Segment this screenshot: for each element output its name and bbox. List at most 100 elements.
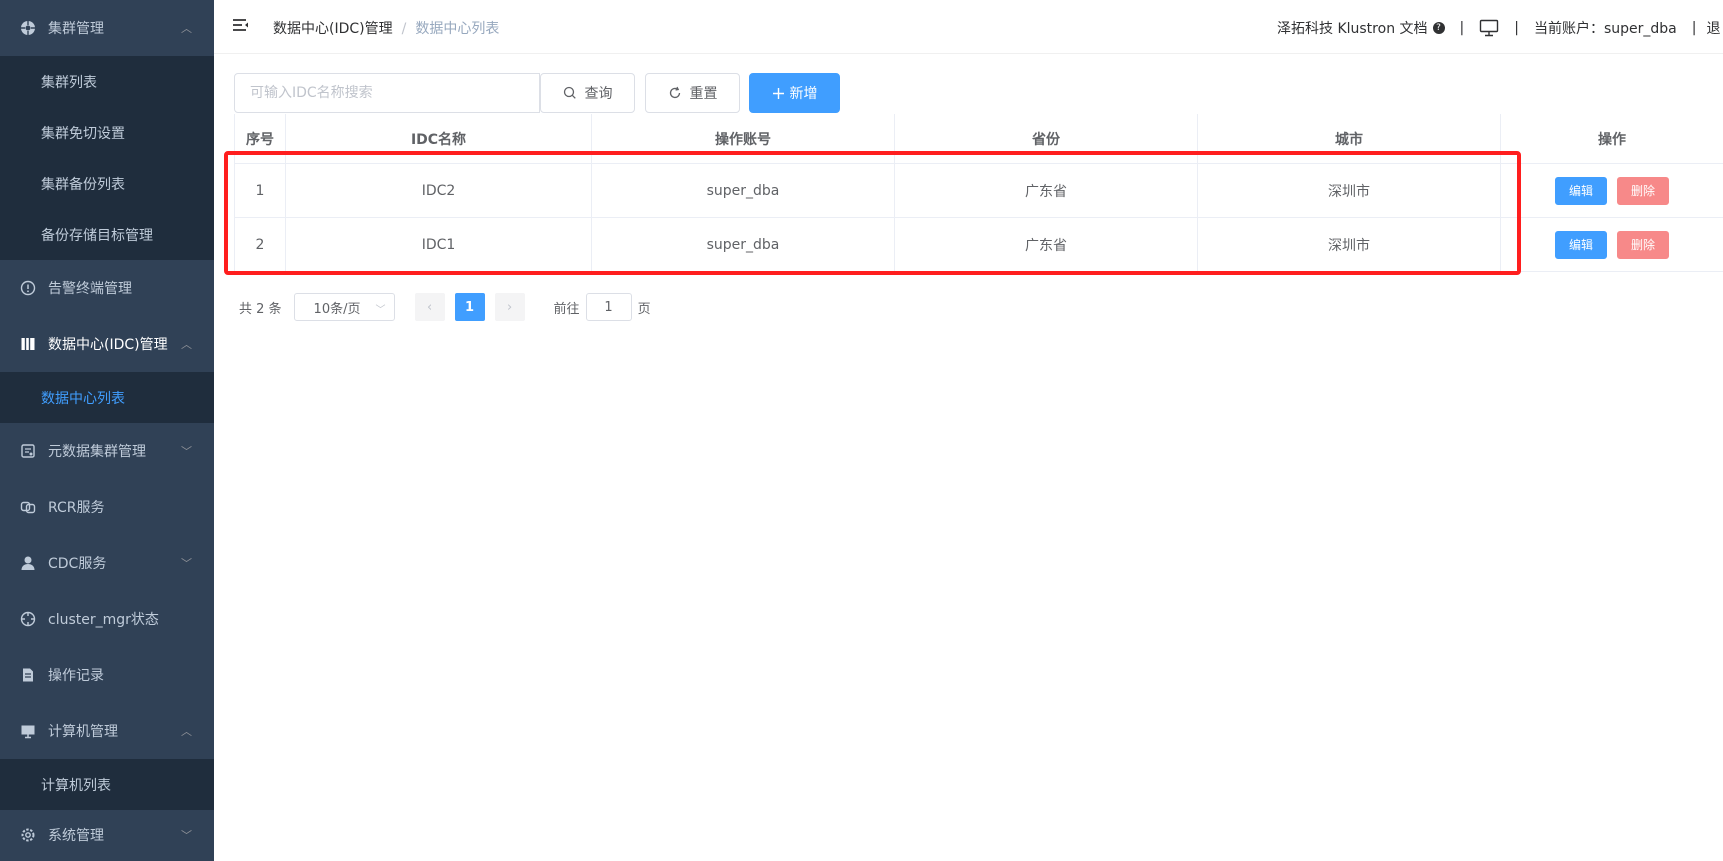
submenu-datacenter: 数据中心列表 bbox=[0, 372, 214, 423]
column-header-province: 省份 bbox=[895, 114, 1198, 163]
column-header-idc-name: IDC名称 bbox=[286, 114, 592, 163]
cell-idc-name: IDC1 bbox=[286, 218, 592, 271]
breadcrumb-current: 数据中心列表 bbox=[415, 21, 500, 37]
sidebar-item-datacenter-management[interactable]: 数据中心(IDC)管理 ︿ bbox=[0, 316, 214, 372]
docs-link[interactable]: 泽拓科技 Klustron 文档 bbox=[1277, 18, 1428, 38]
divider: | bbox=[1691, 20, 1697, 36]
sidebar-item-label: 告警终端管理 bbox=[48, 281, 132, 297]
table-row: 1 IDC2 super_dba 广东省 深圳市 编辑 删除 bbox=[234, 164, 1723, 218]
table-header: 序号 IDC名称 操作账号 省份 城市 操作 bbox=[234, 114, 1723, 164]
idc-table: 序号 IDC名称 操作账号 省份 城市 操作 1 IDC2 super_dba … bbox=[234, 114, 1723, 272]
submenu-cluster: 集群列表 集群免切设置 集群备份列表 备份存储目标管理 bbox=[0, 56, 214, 260]
datacenter-icon bbox=[20, 336, 36, 352]
sidebar-item-label: 计算机管理 bbox=[48, 724, 118, 740]
cell-index: 1 bbox=[234, 164, 286, 217]
query-button[interactable]: 查询 bbox=[540, 73, 635, 113]
reset-button[interactable]: 重置 bbox=[645, 73, 740, 113]
prev-page-button[interactable]: ‹ bbox=[414, 293, 445, 321]
sidebar-item-computer-list[interactable]: 计算机列表 bbox=[0, 759, 214, 810]
add-label: 新增 bbox=[789, 86, 818, 102]
goto-prefix: 前往 bbox=[553, 301, 580, 317]
cell-province: 广东省 bbox=[895, 218, 1198, 271]
chevron-up-icon: ︿ bbox=[181, 725, 192, 738]
page-number-current[interactable]: 1 bbox=[454, 293, 485, 321]
rcr-icon bbox=[20, 499, 36, 515]
breadcrumb-item[interactable]: 数据中心(IDC)管理 bbox=[273, 21, 393, 37]
sidebar-item-cluster-failover[interactable]: 集群免切设置 bbox=[0, 107, 214, 158]
column-header-city: 城市 bbox=[1198, 114, 1501, 163]
chevron-down-icon: ﹀ bbox=[375, 305, 386, 316]
sidebar-item-label: CDC服务 bbox=[48, 556, 107, 572]
table-row: 2 IDC1 super_dba 广东省 深圳市 编辑 删除 bbox=[234, 218, 1723, 272]
cell-idc-name: IDC2 bbox=[286, 164, 592, 217]
sidebar-item-computer-management[interactable]: 计算机管理 ︿ bbox=[0, 703, 214, 759]
sidebar-item-label: 元数据集群管理 bbox=[48, 444, 146, 460]
delete-button[interactable]: 删除 bbox=[1617, 230, 1670, 259]
gear-icon bbox=[20, 827, 36, 843]
menu-toggle-icon[interactable] bbox=[231, 16, 251, 36]
chevron-down-icon: ﹀ bbox=[181, 557, 192, 570]
sidebar-item-system-management[interactable]: 系统管理 ﹀ bbox=[0, 810, 214, 860]
cell-actions: 编辑 删除 bbox=[1501, 164, 1723, 217]
sidebar-item-label: 集群管理 bbox=[48, 21, 104, 37]
sidebar-item-cluster-management[interactable]: 集群管理 ︿ bbox=[0, 0, 214, 56]
sidebar-item-rcr-service[interactable]: RCR服务 bbox=[0, 479, 214, 535]
cell-city: 深圳市 bbox=[1198, 164, 1501, 217]
divider: | bbox=[1514, 20, 1519, 36]
sidebar-item-alert-terminal[interactable]: 告警终端管理 bbox=[0, 260, 214, 316]
column-header-actions: 操作 bbox=[1598, 131, 1626, 148]
pagination: 共 2 条 10条/页 ﹀ ‹ 1 › 前往 页 bbox=[239, 293, 651, 321]
page-size-value: 10条/页 bbox=[313, 301, 361, 317]
goto-page-input[interactable] bbox=[585, 293, 632, 321]
current-account: 当前账户：super_dba bbox=[1533, 21, 1677, 37]
pagination-total: 共 2 条 bbox=[239, 301, 282, 317]
target-icon bbox=[20, 611, 36, 627]
delete-button[interactable]: 删除 bbox=[1617, 176, 1670, 205]
column-header-account: 操作账号 bbox=[592, 114, 895, 163]
breadcrumb-separator: / bbox=[401, 21, 407, 37]
edit-button[interactable]: 编辑 bbox=[1554, 230, 1607, 259]
sidebar-item-label: 数据中心(IDC)管理 bbox=[48, 337, 168, 353]
record-icon bbox=[20, 667, 36, 683]
divider: | bbox=[1459, 20, 1465, 36]
sidebar-item-cdc-service[interactable]: CDC服务 ﹀ bbox=[0, 535, 214, 591]
chevron-down-icon: ﹀ bbox=[181, 829, 192, 842]
submenu-computer: 计算机列表 bbox=[0, 759, 214, 810]
cell-actions: 编辑 删除 bbox=[1501, 218, 1723, 271]
help-icon[interactable]: ? bbox=[1432, 22, 1445, 34]
cell-index: 2 bbox=[234, 218, 286, 271]
monitor-icon bbox=[20, 723, 36, 739]
sidebar-item-operation-log[interactable]: 操作记录 bbox=[0, 647, 214, 703]
cell-province: 广东省 bbox=[895, 164, 1198, 217]
plus-icon bbox=[772, 87, 785, 100]
next-page-button[interactable]: › bbox=[494, 293, 525, 321]
goto-suffix: 页 bbox=[637, 301, 651, 317]
alert-icon bbox=[20, 280, 36, 296]
query-label: 查询 bbox=[584, 86, 613, 102]
idc-search-input[interactable] bbox=[234, 73, 540, 113]
cell-account: super_dba bbox=[592, 218, 895, 271]
chevron-down-icon: ﹀ bbox=[181, 445, 192, 458]
logout-link[interactable]: 退 bbox=[1706, 18, 1720, 38]
user-icon bbox=[20, 555, 36, 571]
edit-button[interactable]: 编辑 bbox=[1554, 176, 1607, 205]
metadata-icon bbox=[20, 443, 36, 459]
page-size-select[interactable]: 10条/页 ﹀ bbox=[293, 293, 395, 321]
sidebar-item-cluster-list[interactable]: 集群列表 bbox=[0, 56, 214, 107]
monitor-icon[interactable] bbox=[1479, 19, 1499, 37]
sidebar-item-label: 操作记录 bbox=[48, 668, 104, 684]
reset-label: 重置 bbox=[689, 86, 718, 102]
cell-account: super_dba bbox=[592, 164, 895, 217]
column-header-index: 序号 bbox=[234, 114, 286, 163]
sidebar-item-metadata-cluster[interactable]: 元数据集群管理 ﹀ bbox=[0, 423, 214, 479]
breadcrumb: 数据中心(IDC)管理 / 数据中心列表 bbox=[273, 18, 499, 38]
sidebar-item-datacenter-list[interactable]: 数据中心列表 bbox=[0, 372, 214, 423]
refresh-icon bbox=[668, 86, 682, 100]
sidebar-item-cluster-backup[interactable]: 集群备份列表 bbox=[0, 158, 214, 209]
add-button[interactable]: 新增 bbox=[749, 73, 840, 113]
sidebar-item-cluster-mgr-status[interactable]: cluster_mgr状态 bbox=[0, 591, 214, 647]
sidebar-item-label: 系统管理 bbox=[48, 828, 104, 844]
goto-page: 前往 页 bbox=[554, 293, 651, 321]
chevron-up-icon: ︿ bbox=[181, 338, 192, 351]
sidebar-item-backup-storage[interactable]: 备份存储目标管理 bbox=[0, 209, 214, 260]
